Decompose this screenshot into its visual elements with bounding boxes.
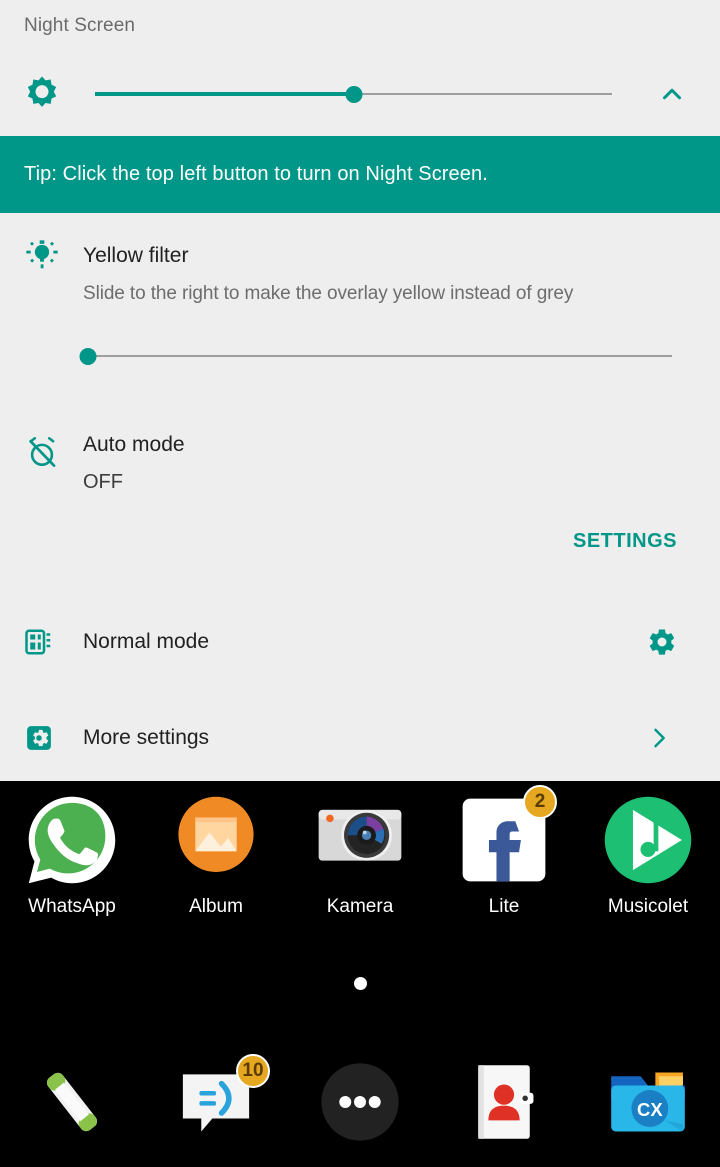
chevron-right-icon[interactable]	[645, 724, 673, 757]
dock: 10 CX	[0, 1047, 720, 1157]
page-title: Night Screen	[24, 15, 136, 36]
badge-count: 10	[236, 1054, 270, 1088]
svg-text:CX: CX	[637, 1099, 663, 1120]
musicolet-icon[interactable]	[601, 793, 695, 887]
page-dot-1[interactable]	[353, 977, 367, 990]
badge-count: 2	[523, 785, 557, 819]
gear-icon[interactable]	[647, 627, 677, 662]
cx-folder-icon[interactable]: CX	[602, 1056, 694, 1148]
app-kamera[interactable]: Kamera	[288, 793, 432, 938]
messaging-icon[interactable]: 10	[170, 1054, 270, 1148]
app-whatsapp[interactable]: WhatsApp	[0, 793, 144, 938]
settings-square-icon	[24, 723, 54, 758]
chevron-up-icon[interactable]	[652, 74, 692, 114]
home-screen: WhatsApp Album Kamera 2 Lite Musicolet 1…	[0, 781, 720, 1167]
camera-icon[interactable]	[313, 793, 407, 887]
facebook-lite-icon[interactable]: 2	[457, 785, 557, 887]
more-settings-label: More settings	[83, 726, 210, 749]
app-label: Kamera	[326, 896, 394, 917]
normal-mode-row[interactable]: Normal mode	[0, 610, 720, 674]
dock-item-app-drawer[interactable]	[288, 1056, 432, 1148]
app-drawer-icon[interactable]	[314, 1056, 406, 1148]
album-gallery-icon[interactable]	[169, 793, 263, 887]
app-label: Lite	[488, 896, 520, 917]
phone-handset-icon[interactable]	[26, 1056, 118, 1148]
yellow-filter-slider[interactable]	[79, 348, 672, 365]
whatsapp-icon[interactable]	[25, 793, 119, 887]
phone-screen: Night Screen Tip: Click the top left but…	[0, 0, 720, 1167]
yellow-filter-description: Slide to the right to make the overlay y…	[83, 283, 574, 304]
app-musicolet[interactable]: Musicolet	[576, 793, 720, 938]
slider-thumb[interactable]	[345, 86, 362, 103]
app-label: Album	[189, 896, 243, 917]
app-row: WhatsApp Album Kamera 2 Lite Musicolet	[0, 785, 720, 938]
yellow-filter-title: Yellow filter	[83, 244, 189, 267]
page-indicator[interactable]	[0, 977, 720, 990]
app-lite[interactable]: 2 Lite	[432, 785, 576, 938]
dock-item-cx-file-explorer[interactable]: CX	[576, 1056, 720, 1148]
brightness-sun-icon[interactable]	[22, 74, 62, 119]
auto-mode-value: OFF	[83, 471, 123, 493]
brightness-row	[0, 62, 720, 126]
layout-mode-icon	[24, 627, 54, 662]
tip-banner: Tip: Click the top left button to turn o…	[0, 136, 720, 213]
settings-button[interactable]: SETTINGS	[573, 530, 677, 553]
slider-thumb[interactable]	[79, 348, 97, 365]
slider-track	[88, 355, 672, 357]
dock-item-phone[interactable]	[0, 1056, 144, 1148]
brightness-slider[interactable]	[95, 86, 612, 103]
night-screen-panel: Night Screen Tip: Click the top left but…	[0, 0, 720, 781]
dock-item-contacts[interactable]	[432, 1056, 576, 1148]
contacts-book-icon[interactable]	[458, 1056, 550, 1148]
alarm-off-icon	[24, 435, 60, 476]
dock-item-messaging[interactable]: 10	[144, 1054, 288, 1148]
app-label: Musicolet	[607, 896, 689, 917]
lightbulb-icon	[22, 235, 62, 280]
slider-fill	[95, 92, 354, 96]
app-label: WhatsApp	[28, 896, 116, 917]
app-album[interactable]: Album	[144, 793, 288, 938]
auto-mode-title: Auto mode	[83, 433, 185, 456]
more-settings-row[interactable]: More settings	[0, 706, 720, 770]
tip-text: Tip: Click the top left button to turn o…	[24, 163, 488, 185]
normal-mode-label: Normal mode	[83, 630, 210, 653]
